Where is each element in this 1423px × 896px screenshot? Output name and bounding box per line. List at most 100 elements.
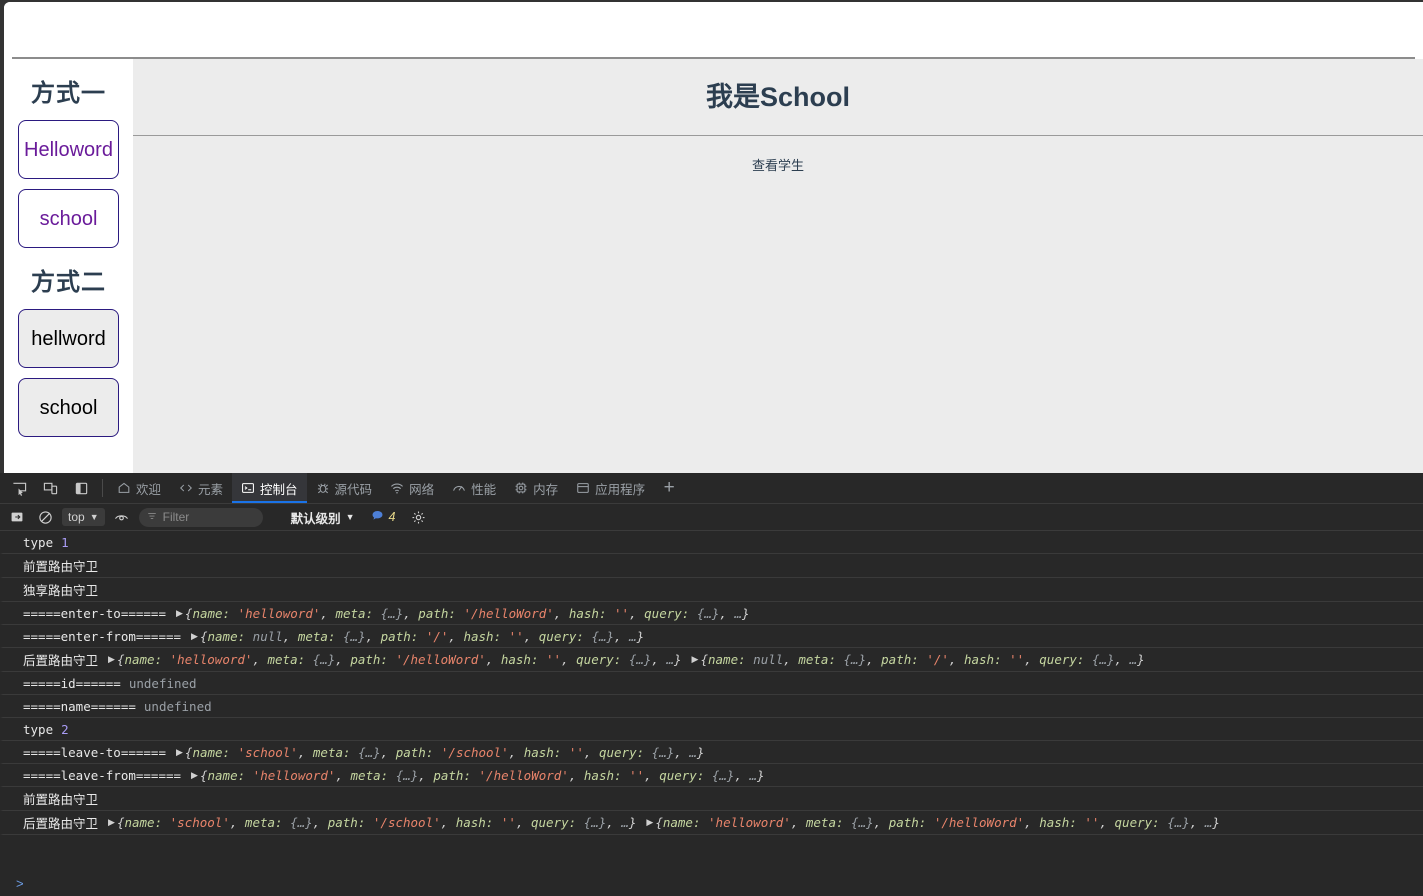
console-filter-input[interactable]: Filter <box>138 507 263 527</box>
console-log-label: =====leave-to====== <box>23 744 166 760</box>
dock-side-icon[interactable] <box>66 473 97 503</box>
disclosure-triangle-icon[interactable]: ▶ <box>191 631 198 642</box>
bug-icon <box>316 481 330 495</box>
console-log-row[interactable]: 后置路由守卫 ▶ {name: 'school', meta: {…}, path:… <box>0 811 1423 835</box>
view-students-link[interactable]: 查看学生 <box>752 158 804 173</box>
console-log-label: 前置路由守卫 <box>23 792 99 807</box>
console-log-value: undefined <box>143 698 212 714</box>
object-preview-text: {name: 'school', meta: {…}, path: '/scho… <box>184 744 705 760</box>
browser-window: 方式一 Helloword school 方式二 hellword school… <box>0 0 1423 896</box>
add-tab-button[interactable]: + <box>654 473 684 503</box>
console-log-label: =====id====== <box>23 675 121 691</box>
message-count-value: 4 <box>388 510 396 524</box>
object-preview[interactable]: ▶ {name: 'school', meta: {…}, path: '/sch… <box>106 815 636 830</box>
object-preview-text: {name: 'helloword', meta: {…}, path: '/h… <box>655 815 1220 830</box>
object-preview-text: {name: null, meta: {…}, path: '/', hash:… <box>199 628 645 644</box>
console-log-label: type <box>23 721 54 737</box>
disclosure-triangle-icon[interactable]: ▶ <box>176 608 183 619</box>
console-log-row[interactable]: =====enter-to====== ▶ {name: 'helloword', … <box>0 602 1423 625</box>
disclosure-triangle-icon[interactable]: ▶ <box>692 654 699 665</box>
content-panel: 我是School 查看学生 <box>133 59 1423 473</box>
disclosure-triangle-icon[interactable]: ▶ <box>191 770 198 781</box>
disclosure-triangle-icon[interactable]: ▶ <box>176 747 183 758</box>
console-log-label: 前置路由守卫 <box>23 559 99 574</box>
tab-application-label: 应用程序 <box>595 482 646 497</box>
console-log-row[interactable]: =====enter-from====== ▶ {name: null, meta:… <box>0 625 1423 648</box>
prompt-chevron-icon: > <box>16 875 24 891</box>
message-count-badge[interactable]: 4 <box>371 509 396 525</box>
page-viewport: 方式一 Helloword school 方式二 hellword school… <box>4 2 1423 473</box>
console-settings-gear-icon[interactable] <box>408 506 430 528</box>
tab-memory[interactable]: 内存 <box>505 473 567 503</box>
console-log-row[interactable]: 前置路由守卫 <box>0 787 1423 811</box>
console-log-row[interactable]: 前置路由守卫 <box>0 554 1423 578</box>
console-toolbar: top ▼ Filter 默认级别 ▼ 4 <box>0 504 1423 531</box>
tab-application[interactable]: 应用程序 <box>567 473 654 503</box>
speech-bubble-icon <box>371 509 384 525</box>
disclosure-triangle-icon[interactable]: ▶ <box>108 654 115 665</box>
filter-placeholder: Filter <box>162 510 190 524</box>
console-log-row[interactable]: =====leave-to====== ▶ {name: 'school', met… <box>0 741 1423 764</box>
nav-button-school[interactable]: school <box>18 378 119 437</box>
console-log-row[interactable]: type 2 <box>0 718 1423 741</box>
nav-heading-one: 方式一 <box>31 80 106 107</box>
object-preview[interactable]: ▶ {name: 'helloword', meta: {…}, path: '/… <box>106 652 682 667</box>
page-title: 我是School <box>705 82 850 112</box>
chip-icon <box>514 481 528 495</box>
devtools-tabbar: 欢迎 元素 控制台 源代码 网络 性能 内存 应用程序 + <box>0 473 1423 504</box>
object-preview[interactable]: ▶ {name: null, meta: {…}, path: '/', hash… <box>189 629 644 644</box>
tab-network[interactable]: 网络 <box>381 473 443 503</box>
console-log-label: =====enter-from====== <box>23 628 182 644</box>
console-log-row[interactable]: =====name====== undefined <box>0 695 1423 718</box>
tab-sources[interactable]: 源代码 <box>307 473 382 503</box>
sidebar-toggle-icon[interactable] <box>6 506 28 528</box>
chevron-down-icon: ▼ <box>89 512 99 522</box>
object-preview[interactable]: ▶ {name: 'school', meta: {…}, path: '/sch… <box>174 745 704 760</box>
disclosure-triangle-icon[interactable]: ▶ <box>108 817 115 828</box>
nav-button-hellword[interactable]: hellword <box>18 309 119 368</box>
execution-context-value: top <box>68 510 85 524</box>
box-icon <box>576 481 590 495</box>
tab-console-label: 控制台 <box>260 482 298 497</box>
object-preview[interactable]: ▶ {name: 'helloword', meta: {…}, path: '/… <box>644 815 1220 830</box>
inspect-element-icon[interactable] <box>4 473 35 503</box>
console-log-row[interactable]: =====id====== undefined <box>0 672 1423 695</box>
execution-context-select[interactable]: top ▼ <box>62 508 105 526</box>
object-preview[interactable]: ▶ {name: 'helloword', meta: {…}, path: '/… <box>174 606 750 621</box>
console-log-row[interactable]: 独享路由守卫 <box>0 578 1423 602</box>
tab-console[interactable]: 控制台 <box>232 473 307 503</box>
console-log-label: type <box>23 534 54 550</box>
tab-welcome-label: 欢迎 <box>136 482 162 497</box>
object-preview[interactable]: ▶ {name: null, meta: {…}, path: '/', hash… <box>690 652 1145 667</box>
disclosure-triangle-icon[interactable]: ▶ <box>646 817 653 828</box>
tab-elements[interactable]: 元素 <box>170 473 232 503</box>
console-prompt[interactable]: > <box>0 870 1423 896</box>
nav-link-school[interactable]: school <box>18 189 119 248</box>
tab-welcome[interactable]: 欢迎 <box>108 473 170 503</box>
log-level-value: 默认级别 <box>290 511 341 526</box>
object-preview-text: {name: 'school', meta: {…}, path: '/scho… <box>116 815 637 830</box>
log-level-select[interactable]: 默认级别 ▼ <box>291 508 355 527</box>
device-toolbar-icon[interactable] <box>35 473 66 503</box>
console-log-row[interactable]: type 1 <box>0 531 1423 554</box>
console-log-label: 独享路由守卫 <box>23 583 99 598</box>
console-log-list[interactable]: type 1 前置路由守卫 独享路由守卫 =====enter-to====== ▶ {na… <box>0 531 1423 870</box>
console-log-value: 1 <box>61 534 69 550</box>
live-expression-icon[interactable] <box>111 506 133 528</box>
wifi-icon <box>390 481 404 495</box>
nav-link-helloword[interactable]: Helloword <box>18 120 119 179</box>
tab-performance-label: 性能 <box>471 482 497 497</box>
object-preview-text: {name: 'helloword', meta: {…}, path: '/h… <box>184 605 750 621</box>
chevron-down-icon-level: ▼ <box>345 512 355 522</box>
tab-network-label: 网络 <box>409 482 435 497</box>
console-log-row[interactable]: =====leave-from====== ▶ {name: 'helloword'… <box>0 764 1423 787</box>
console-log-label: =====name====== <box>23 698 136 714</box>
home-icon <box>117 481 131 495</box>
object-preview[interactable]: ▶ {name: 'helloword', meta: {…}, path: '/… <box>189 768 765 783</box>
filter-icon <box>147 510 157 524</box>
clear-console-icon[interactable] <box>34 506 56 528</box>
console-log-row[interactable]: 后置路由守卫 ▶ {name: 'helloword', meta: {…}, pa… <box>0 648 1423 672</box>
devtools-panel: 欢迎 元素 控制台 源代码 网络 性能 内存 应用程序 + top ▼ Filt… <box>0 473 1423 896</box>
tab-performance[interactable]: 性能 <box>443 473 505 503</box>
toolbar-separator <box>102 479 103 497</box>
